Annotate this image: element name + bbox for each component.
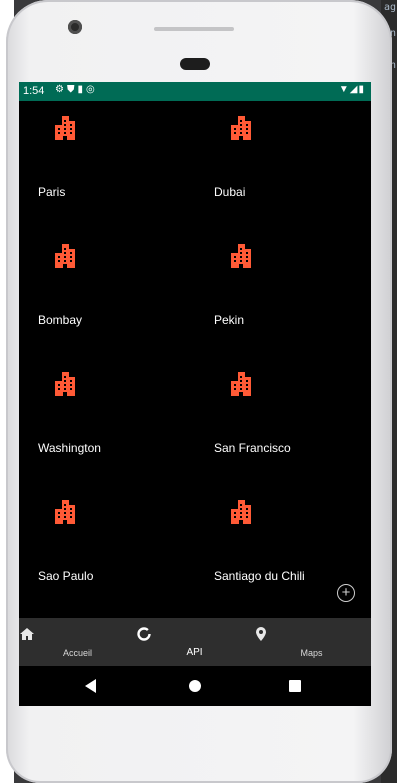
building-icon bbox=[55, 500, 75, 524]
proximity-sensor bbox=[180, 58, 210, 70]
city-card[interactable]: San Francisco bbox=[195, 357, 371, 485]
building-icon bbox=[55, 244, 75, 268]
city-card[interactable]: Pekin bbox=[195, 229, 371, 357]
city-name: Paris bbox=[38, 185, 66, 199]
map-pin-icon bbox=[256, 627, 266, 641]
city-card[interactable]: Washington bbox=[19, 357, 195, 485]
ide-fragment: ag bbox=[383, 2, 396, 13]
building-icon bbox=[231, 116, 251, 140]
city-card[interactable]: Dubai bbox=[195, 101, 371, 229]
nav-item-maps[interactable]: Maps bbox=[253, 618, 370, 666]
city-name: Pekin bbox=[214, 313, 245, 327]
front-camera bbox=[68, 20, 82, 34]
building-icon bbox=[231, 372, 251, 396]
loading-circle-icon bbox=[137, 627, 151, 641]
system-navigation-bar bbox=[19, 666, 371, 706]
city-card[interactable]: Bombay bbox=[19, 229, 195, 357]
back-icon[interactable] bbox=[85, 679, 96, 693]
bottom-navigation: Accueil API Maps bbox=[19, 618, 371, 666]
city-card[interactable]: Paris bbox=[19, 101, 195, 229]
city-name: Dubai bbox=[214, 185, 246, 199]
city-name: San Francisco bbox=[214, 441, 291, 455]
nav-label: Maps bbox=[300, 648, 323, 658]
nav-item-api[interactable]: API bbox=[136, 618, 253, 666]
city-card[interactable]: Sao Paulo bbox=[19, 485, 195, 613]
status-time: 1:54 bbox=[23, 85, 45, 97]
battery-icon: ▮ bbox=[358, 84, 365, 95]
city-name: Bombay bbox=[38, 313, 83, 327]
building-icon bbox=[55, 372, 75, 396]
home-button-icon[interactable] bbox=[189, 680, 201, 692]
wifi-icon: ▼ bbox=[338, 84, 350, 95]
status-right-icons: ▼◢▮ bbox=[339, 84, 365, 95]
gear-icon: ⚙ bbox=[55, 84, 67, 95]
nav-item-accueil[interactable]: Accueil bbox=[19, 618, 136, 666]
earpiece-speaker bbox=[154, 27, 234, 31]
recents-icon[interactable] bbox=[289, 680, 301, 692]
status-bar: 1:54 ⚙⛊▮◎ ▼◢▮ bbox=[19, 82, 371, 101]
building-icon bbox=[231, 244, 251, 268]
building-icon bbox=[55, 116, 75, 140]
sync-icon: ◎ bbox=[85, 84, 98, 95]
phone-screen: 1:54 ⚙⛊▮◎ ▼◢▮ Paris Dubai Bombay Pekin W… bbox=[19, 82, 371, 706]
shield-icon: ⛊ bbox=[66, 84, 78, 95]
building-icon bbox=[231, 500, 251, 524]
nav-label: Accueil bbox=[62, 648, 92, 658]
add-circle-icon[interactable]: + bbox=[337, 584, 355, 602]
sd-card-icon: ▮ bbox=[77, 84, 86, 95]
status-left-icons: ⚙⛊▮◎ bbox=[55, 84, 98, 95]
home-icon bbox=[20, 628, 34, 640]
nav-label: API bbox=[186, 647, 203, 658]
city-name: Santiago du Chili bbox=[214, 569, 305, 583]
city-name: Sao Paulo bbox=[38, 569, 94, 583]
city-name: Washington bbox=[38, 441, 101, 455]
city-grid: Paris Dubai Bombay Pekin Washington San … bbox=[19, 101, 371, 618]
